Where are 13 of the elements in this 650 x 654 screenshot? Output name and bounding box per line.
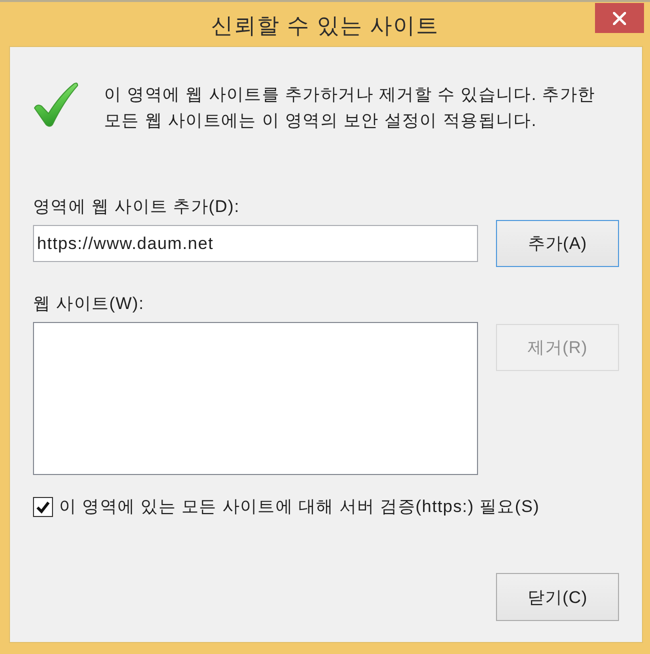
window-close-button[interactable]: [595, 3, 644, 33]
sites-label: 웹 사이트(W):: [33, 294, 146, 314]
add-button[interactable]: 추가(A): [496, 220, 619, 267]
checkmark-icon: [33, 82, 79, 128]
add-site-label: 영역에 웹 사이트 추가(D):: [33, 197, 241, 217]
checkbox[interactable]: [33, 497, 53, 517]
description-text: 이 영역에 웹 사이트를 추가하거나 제거할 수 있습니다. 추가한 모든 웹 사이트에는 이 영역의 보안 설정이 적용됩니다.: [104, 84, 596, 132]
window-title: 신뢰할 수 있는 사이트: [210, 12, 440, 40]
close-button[interactable]: 닫기(C): [496, 573, 619, 621]
tick-icon: [36, 500, 50, 514]
checkbox-label[interactable]: 이 영역에 있는 모든 사이트에 대해 서버 검증(https:) 필요(S): [59, 497, 540, 517]
close-icon: [613, 12, 626, 24]
url-input[interactable]: https://www.daum.net: [33, 225, 478, 262]
